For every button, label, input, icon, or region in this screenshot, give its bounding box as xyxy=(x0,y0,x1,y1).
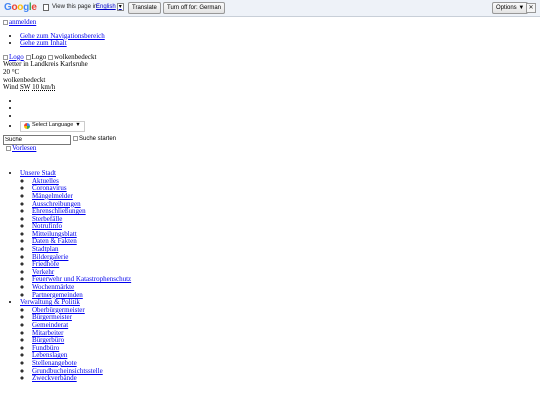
list-item: Ausschreibungen xyxy=(32,200,533,209)
list-item: Select Language ▼ xyxy=(20,120,533,132)
list-item: Ehrenschließungen xyxy=(32,207,533,216)
google-g-icon xyxy=(24,123,30,130)
list-item: Partnergemeinden xyxy=(32,291,533,300)
readspeaker-link[interactable]: Vorlesen xyxy=(3,144,36,153)
wind-label: Wind xyxy=(3,83,19,92)
weather-condition: wolkenbedeckt xyxy=(3,75,46,84)
main-navigation: Unsere Stadt AktuellesCoronavirusMängelm… xyxy=(3,169,533,383)
google-logo: Google xyxy=(4,2,37,13)
list-item: Bürgermeister xyxy=(32,314,533,322)
turn-off-button[interactable]: Turn off for: German xyxy=(163,2,226,14)
weather-location: Wetter in Landkreis Karlsruhe xyxy=(3,60,88,69)
wind-speed: 10 km/h xyxy=(32,83,56,92)
subnav-verwaltung: OberbürgermeisterBürgermeisterGemeindera… xyxy=(20,306,533,383)
list-item[interactable] xyxy=(20,113,533,121)
list-item: Mitarbeiter xyxy=(32,329,533,338)
list-item: Stellenangebote xyxy=(32,359,533,368)
skip-links: Gehe zum Navigationsbereich Gehe zum Inh… xyxy=(3,32,533,48)
language-dropdown[interactable]: English ▾ xyxy=(96,3,124,11)
chevron-down-icon: ▼ xyxy=(75,122,81,129)
list-item: Bürgerbüro xyxy=(32,336,533,345)
list-item: Coronavirus xyxy=(32,185,533,193)
list-item: Gemeinderat xyxy=(32,321,533,330)
select-language-label: Select Language xyxy=(32,122,74,129)
close-icon[interactable]: ✕ xyxy=(526,3,536,13)
list-item: Gehe zum Navigationsbereich xyxy=(20,32,533,41)
select-language-dropdown[interactable]: Select Language ▼ xyxy=(20,120,85,132)
list-item: Gehe zum Inhalt xyxy=(20,39,533,48)
login-link[interactable]: anmelden xyxy=(3,18,36,27)
list-item: Grundbucheinsichtsstelle xyxy=(32,367,533,376)
list-item: Zweckverbände xyxy=(32,374,533,383)
skip-to-content-link[interactable]: Gehe zum Inhalt xyxy=(20,39,67,47)
options-button[interactable]: Options ▼ xyxy=(492,2,529,14)
list-item: Feuerwehr und Katastrophenschutz xyxy=(32,276,533,284)
subnav-link[interactable]: Zweckverbände xyxy=(32,374,77,382)
weather-wind: Wind SW 10 km/h xyxy=(3,83,533,92)
list-item: Stadtplan xyxy=(32,245,533,254)
list-item: Sterbefälle xyxy=(32,215,533,224)
language-dropdown-label: English xyxy=(96,4,116,10)
search-form: Suche starten xyxy=(3,134,533,145)
translate-page-icon xyxy=(43,4,49,11)
list-item: Aktuelles xyxy=(32,177,533,186)
list-item[interactable] xyxy=(20,105,533,113)
translate-bar: Google View this page in: English ▾ Trans… xyxy=(0,0,540,17)
list-item: Lebenslagen xyxy=(32,352,533,360)
translate-button[interactable]: Translate xyxy=(128,2,161,14)
list-item[interactable] xyxy=(20,98,533,106)
translate-prompt: View this page in: xyxy=(52,4,99,10)
page-content: anmelden Gehe zum Navigationsbereich Geh… xyxy=(3,18,533,383)
service-icons-list: Select Language ▼ xyxy=(3,98,533,132)
chevron-down-icon: ▾ xyxy=(116,3,124,11)
list-item: Fundbüro xyxy=(32,344,533,353)
nav-section-unsere-stadt: Unsere Stadt AktuellesCoronavirusMängelm… xyxy=(20,169,533,300)
list-item: Bildergalerie xyxy=(32,253,533,262)
subnav-unsere-stadt: AktuellesCoronavirusMängelmelderAusschre… xyxy=(20,177,533,300)
weather-temperature: 20 °C xyxy=(3,67,20,76)
list-item: Wochenmärkte xyxy=(32,283,533,292)
list-item: Oberbürgermeister xyxy=(32,306,533,315)
list-item: Mitteilungsblatt xyxy=(32,230,533,239)
list-item: Daten & Fakten xyxy=(32,238,533,246)
nav-section-verwaltung: Verwaltung & Politik OberbürgermeisterBü… xyxy=(20,298,533,383)
list-item: Mängelmelder xyxy=(32,192,533,201)
list-item: Notrufinfo xyxy=(32,222,533,231)
search-submit-button[interactable]: Suche starten xyxy=(73,136,116,144)
wind-direction: SW xyxy=(20,83,31,92)
list-item: Friedhöfe xyxy=(32,260,533,269)
